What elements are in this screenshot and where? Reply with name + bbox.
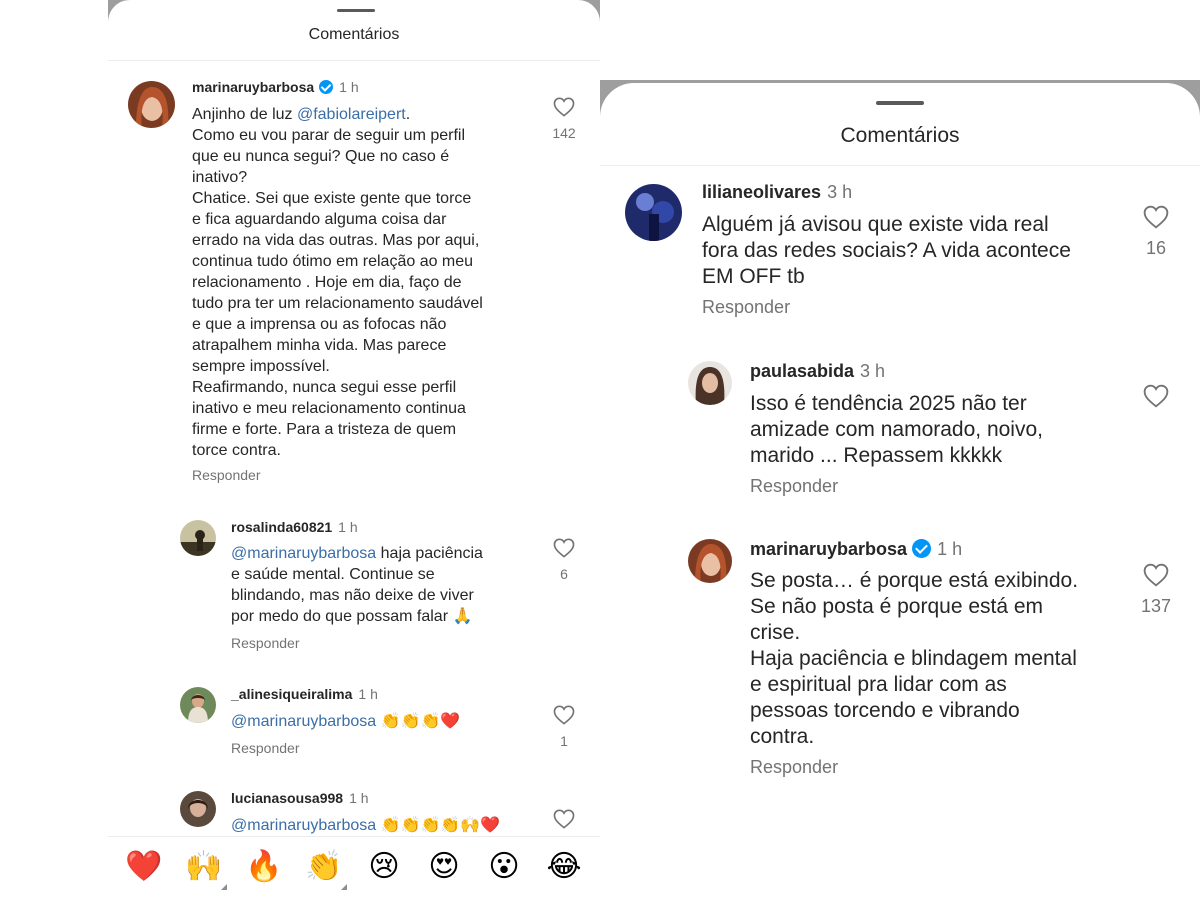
avatar[interactable]	[688, 361, 732, 405]
divider-right	[600, 165, 1200, 166]
comment-time: 3 h	[860, 361, 886, 381]
emoji-variant-indicator	[341, 884, 347, 890]
comments-title-right: Comentários	[840, 124, 960, 147]
avatar[interactable]	[180, 520, 216, 556]
comment-username[interactable]: lucianasousa998 1 h	[231, 790, 369, 806]
emoji-variant-indicator	[221, 884, 227, 890]
comment-username[interactable]: lilianeolivares 3 h	[702, 182, 852, 203]
comment-time: 1 h	[338, 519, 358, 535]
comment-time: 1 h	[937, 539, 963, 559]
drag-handle-left[interactable]	[337, 9, 375, 12]
heart-outline-icon[interactable]	[553, 705, 575, 725]
emoji-crying-button[interactable]: 😢	[364, 850, 404, 884]
heart-outline-icon[interactable]	[553, 97, 575, 117]
comment-time: 3 h	[827, 182, 853, 202]
reply-button[interactable]: Responder	[231, 740, 300, 756]
reply-button[interactable]: Responder	[750, 476, 838, 497]
like-count: 142	[552, 125, 576, 141]
emoji-surprised-button[interactable]: 😮	[484, 850, 524, 884]
reply-button[interactable]: Responder	[750, 757, 838, 778]
comment-text: @marinaruybarbosa haja paciência e saúde…	[231, 545, 483, 625]
emoji-laughing-button[interactable]: 😂	[544, 850, 584, 884]
comment-time: 1 h	[339, 79, 359, 95]
heart-outline-icon[interactable]	[553, 809, 575, 829]
emoji-clap-button[interactable]: 👏	[304, 850, 344, 884]
like-count: 6	[560, 566, 568, 582]
mention-link[interactable]: @marinaruybarbosa	[231, 545, 376, 562]
avatar[interactable]	[180, 791, 216, 827]
mention-link[interactable]: @marinaruybarbosa	[231, 713, 376, 730]
heart-outline-icon[interactable]	[1143, 563, 1169, 587]
emoji-raised-hands-button[interactable]: 🙌	[184, 850, 224, 884]
comment-text: @marinaruybarbosa 👏👏👏❤️	[231, 713, 461, 730]
comments-sheet-right	[600, 83, 1200, 900]
verified-badge-icon	[912, 539, 932, 558]
avatar[interactable]	[688, 539, 732, 583]
drag-handle-right[interactable]	[876, 101, 924, 105]
comment-username[interactable]: rosalinda60821 1 h	[231, 519, 358, 535]
comment-username[interactable]: paulasabida 3 h	[750, 361, 885, 382]
heart-outline-icon[interactable]	[1143, 205, 1169, 229]
comment-username[interactable]: marinaruybarbosa 1 h	[750, 539, 962, 560]
divider-left	[108, 60, 600, 61]
comments-title-left: Comentários	[308, 26, 400, 43]
mention-link[interactable]: @marinaruybarbosa	[231, 817, 376, 834]
avatar[interactable]	[625, 184, 682, 241]
avatar[interactable]	[128, 81, 175, 128]
comment-text: Isso é tendência 2025 não ter amizade co…	[750, 392, 1043, 467]
comment-text: Se posta… é porque está exibindo. Se não…	[750, 569, 1079, 748]
comment-text: @marinaruybarbosa 👏👏👏👏🙌❤️	[231, 817, 501, 834]
heart-outline-icon[interactable]	[1143, 384, 1169, 408]
reply-button[interactable]: Responder	[192, 467, 261, 483]
verified-badge-icon	[319, 80, 334, 94]
like-count: 1	[560, 733, 568, 749]
comment-text: Anjinho de luz @fabiolareipert. Como eu …	[192, 106, 483, 459]
avatar[interactable]	[180, 687, 216, 723]
comment-time: 1 h	[349, 790, 369, 806]
comment-text: Alguém já avisou que existe vida real fo…	[702, 213, 1071, 288]
comment-username[interactable]: marinaruybarbosa 1 h	[192, 79, 359, 95]
comment-username[interactable]: _alinesiqueiralima 1 h	[231, 686, 378, 702]
like-count: 16	[1145, 238, 1167, 258]
like-count: 137	[1140, 596, 1172, 616]
heart-outline-icon[interactable]	[553, 538, 575, 558]
emoji-reaction-bar	[108, 836, 600, 901]
emoji-heart-eyes-button[interactable]: 😍	[424, 850, 464, 884]
reply-button[interactable]: Responder	[702, 297, 790, 318]
mention-link[interactable]: @fabiolareipert	[297, 106, 406, 123]
comment-time: 1 h	[358, 686, 378, 702]
emoji-fire-button[interactable]: 🔥	[244, 850, 284, 884]
emoji-heart-button[interactable]: ❤️	[124, 850, 164, 884]
reply-button[interactable]: Responder	[231, 635, 300, 651]
